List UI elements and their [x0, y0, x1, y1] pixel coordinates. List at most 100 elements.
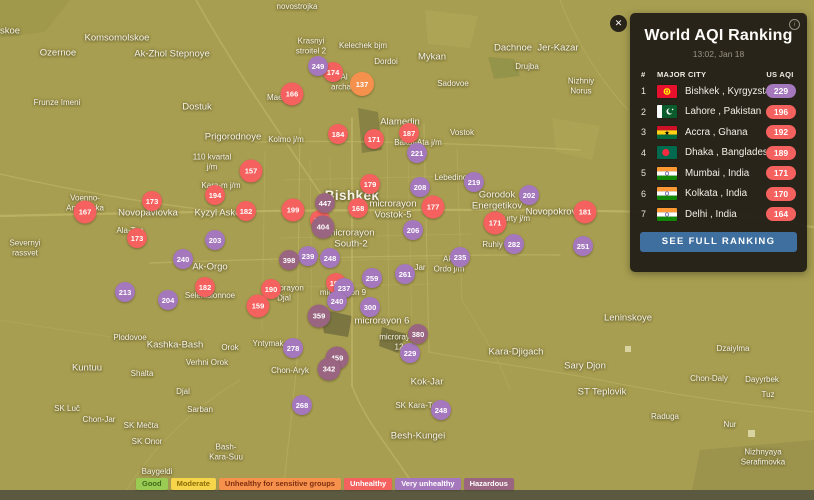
- aqi-marker[interactable]: 221: [407, 143, 427, 163]
- aqi-marker[interactable]: 206: [403, 220, 423, 240]
- ranking-row[interactable]: 2 Lahore , Pakistan 196: [630, 102, 807, 123]
- city-name: Bishkek , Kyrgyzstan: [685, 85, 766, 97]
- aqi-value-pill: 196: [766, 104, 796, 119]
- aqi-marker[interactable]: 208: [410, 177, 430, 197]
- aqi-marker[interactable]: 278: [283, 338, 303, 358]
- aqi-marker[interactable]: 166: [280, 82, 304, 106]
- column-city: MAJOR CITY: [657, 70, 707, 79]
- legend-pill: Hazardous: [463, 478, 514, 491]
- aqi-marker[interactable]: 203: [205, 230, 225, 250]
- rank-number: 5: [641, 168, 647, 179]
- panel-title: World AQI Ranking: [644, 27, 793, 44]
- aqi-marker[interactable]: 182: [195, 277, 215, 297]
- ranking-row[interactable]: 3 Accra , Ghana 192: [630, 122, 807, 143]
- legend-pill: Good: [136, 478, 168, 491]
- aqi-marker[interactable]: 137: [350, 72, 374, 96]
- ranking-row[interactable]: 5 Mumbai , India 171: [630, 163, 807, 184]
- aqi-marker[interactable]: 204: [158, 290, 178, 310]
- rank-number: 4: [641, 147, 647, 158]
- aqi-marker[interactable]: 359: [307, 304, 331, 328]
- city-name: Delhi , India: [685, 208, 737, 220]
- aqi-marker[interactable]: 177: [421, 195, 445, 219]
- aqi-marker[interactable]: 199: [281, 198, 305, 222]
- aqi-marker[interactable]: 182: [236, 201, 256, 221]
- aqi-marker[interactable]: 171: [483, 211, 507, 235]
- aqi-marker[interactable]: 159: [246, 294, 270, 318]
- ranking-rows: 1 Bishkek , Kyrgyzstan229 2 Lahore , Pakist…: [630, 81, 807, 225]
- aqi-marker[interactable]: 268: [292, 395, 312, 415]
- panel-timestamp: 13:02, Jan 18: [692, 49, 745, 59]
- aqi-marker[interactable]: 239: [298, 246, 318, 266]
- legend-pill: Unhealthy for sensitive groups: [218, 478, 341, 491]
- aqi-marker[interactable]: 187: [399, 123, 419, 143]
- aqi-marker[interactable]: 179: [360, 174, 380, 194]
- legend-pill: Unhealthy: [343, 478, 393, 491]
- aqi-value-pill: 171: [766, 166, 796, 181]
- aqi-legend: Good Moderate Unhealthy for sensitive grou…: [136, 478, 514, 491]
- aqi-marker[interactable]: 240: [173, 249, 193, 269]
- aqi-marker[interactable]: 219: [464, 172, 484, 192]
- rank-number: 7: [641, 209, 647, 220]
- aqi-marker[interactable]: 235: [450, 247, 470, 267]
- aqi-marker[interactable]: 251: [573, 236, 593, 256]
- aqi-marker[interactable]: 194: [205, 185, 225, 205]
- rank-number: 1: [641, 86, 647, 97]
- city-name: Lahore , Pakistan: [685, 106, 762, 118]
- city-name: Accra , Ghana: [685, 126, 748, 138]
- aqi-marker[interactable]: 168: [348, 198, 368, 218]
- legend-pill: Moderate: [170, 478, 216, 491]
- aqi-marker[interactable]: 398: [279, 250, 299, 270]
- aqi-marker[interactable]: 240: [327, 291, 347, 311]
- aqi-marker[interactable]: 213: [115, 282, 135, 302]
- info-icon[interactable]: i: [789, 19, 800, 30]
- aqi-marker[interactable]: 202: [519, 185, 539, 205]
- aqi-marker[interactable]: 248: [431, 400, 451, 420]
- aqi-marker[interactable]: 249: [308, 56, 328, 76]
- country-flag-icon: [657, 84, 677, 98]
- aqi-marker[interactable]: 171: [364, 129, 384, 149]
- aqi-marker[interactable]: 181: [573, 200, 597, 224]
- rank-number: 2: [641, 106, 647, 117]
- aqi-marker[interactable]: 404: [311, 215, 335, 239]
- aqi-value-pill: 189: [766, 145, 796, 160]
- ranking-row[interactable]: 6 Kolkata , India 170: [630, 184, 807, 205]
- aqi-marker[interactable]: 248: [320, 248, 340, 268]
- rank-number: 3: [641, 127, 647, 138]
- country-flag-icon: [657, 187, 677, 201]
- legend-pill: Very unhealthy: [395, 478, 461, 491]
- aqi-marker[interactable]: 380: [408, 324, 428, 344]
- aqi-marker[interactable]: 167: [73, 200, 97, 224]
- aqi-marker[interactable]: 261: [395, 264, 415, 284]
- city-name: Kolkata , India: [685, 188, 748, 200]
- close-button[interactable]: ✕: [610, 15, 627, 32]
- aqi-marker[interactable]: 173: [127, 228, 147, 248]
- aqi-value-pill: 170: [766, 186, 796, 201]
- rank-number: 6: [641, 188, 647, 199]
- aqi-value-pill: 192: [766, 125, 796, 140]
- aqi-marker[interactable]: 282: [504, 234, 524, 254]
- aqi-marker[interactable]: 184: [328, 124, 348, 144]
- aqi-marker[interactable]: 259: [362, 268, 382, 288]
- see-full-ranking-button[interactable]: SEE FULL RANKING: [640, 231, 797, 252]
- world-aqi-ranking-panel: i World AQI Ranking 13:02, Jan 18 # MAJO…: [630, 13, 807, 272]
- aqi-marker[interactable]: 157: [239, 159, 263, 183]
- country-flag-icon: [657, 125, 677, 139]
- city-name: Dhaka , Bangladesh: [685, 147, 766, 159]
- country-flag-icon: [657, 166, 677, 180]
- ranking-row[interactable]: 7 Delhi , India 164: [630, 204, 807, 225]
- close-icon: ✕: [614, 18, 623, 28]
- ranking-row[interactable]: 4 Dhaka , Bangladesh 189: [630, 143, 807, 164]
- country-flag-icon: [657, 105, 677, 119]
- column-aqi: US AQI: [766, 70, 794, 79]
- aqi-marker[interactable]: 447: [315, 193, 335, 213]
- aqi-marker[interactable]: 300: [360, 297, 380, 317]
- aqi-marker[interactable]: 229: [400, 343, 420, 363]
- country-flag-icon: [657, 207, 677, 221]
- aqi-value-pill: 164: [766, 207, 796, 222]
- ranking-row[interactable]: 1 Bishkek , Kyrgyzstan229: [630, 81, 807, 102]
- city-name: Mumbai , India: [685, 167, 750, 179]
- aqi-marker[interactable]: 342: [317, 357, 341, 381]
- aqi-value-pill: 229: [766, 84, 796, 99]
- aqi-marker[interactable]: 173: [142, 191, 162, 211]
- ranking-table-header: # MAJOR CITY US AQI: [630, 70, 807, 79]
